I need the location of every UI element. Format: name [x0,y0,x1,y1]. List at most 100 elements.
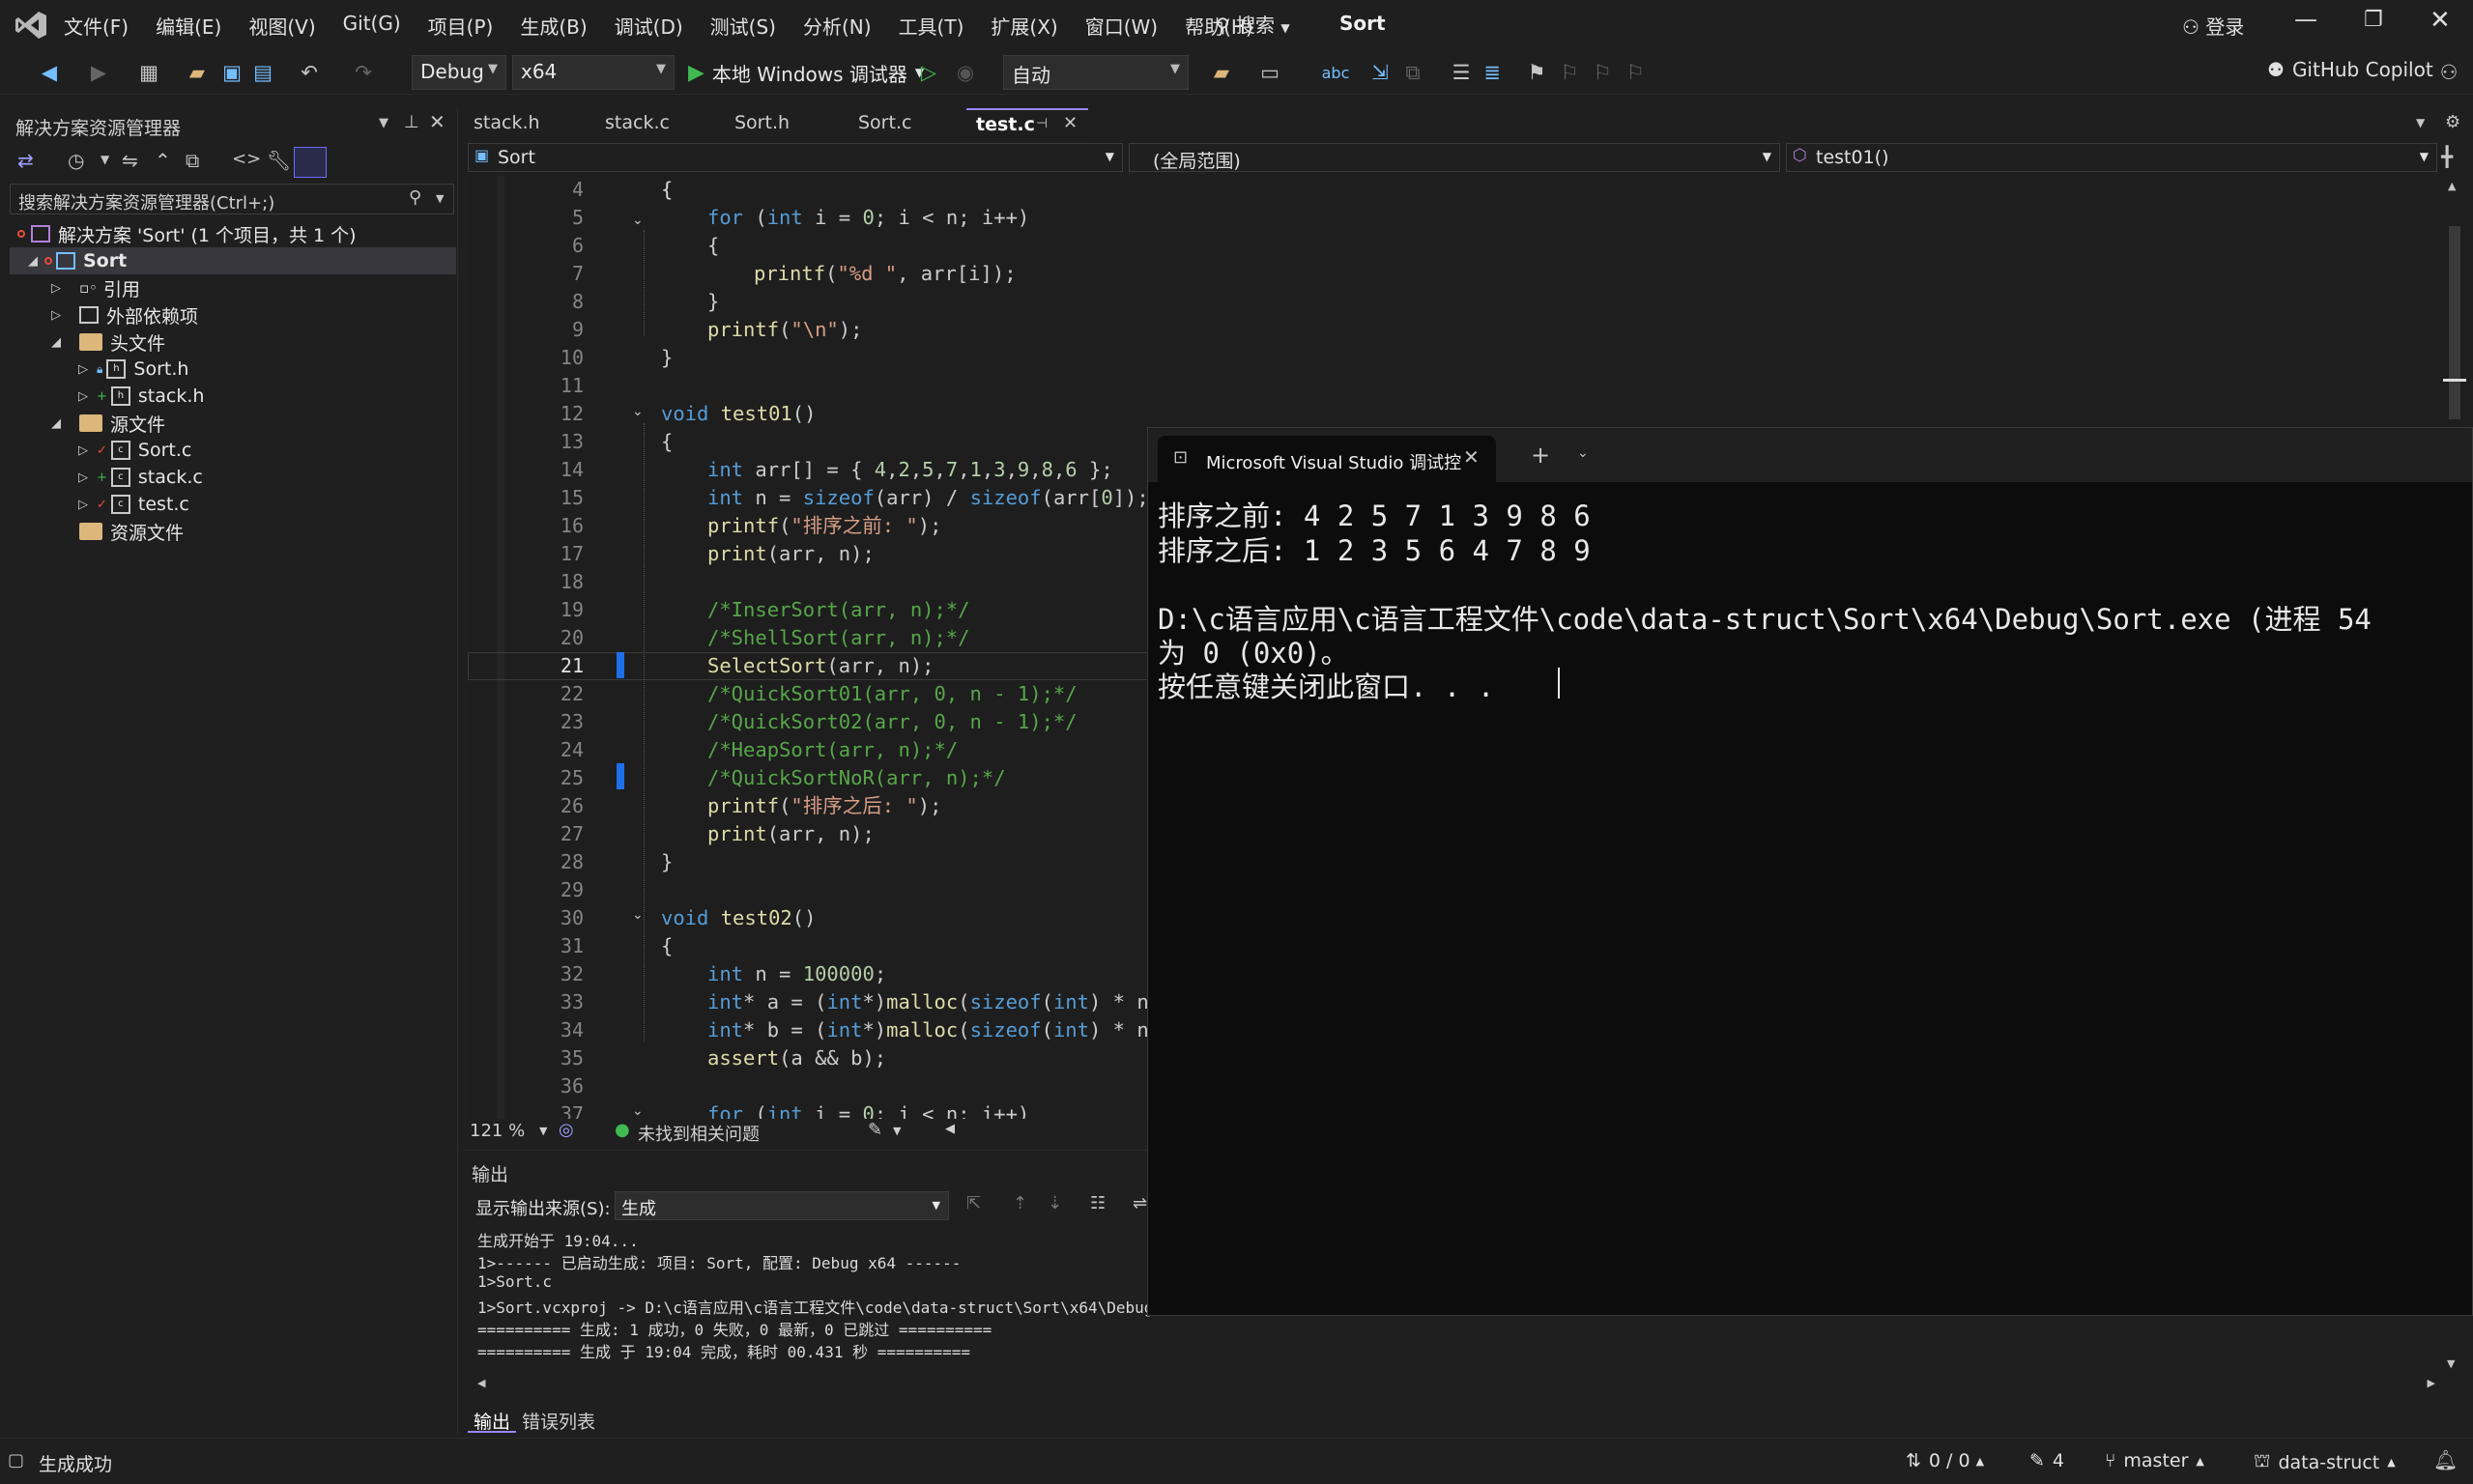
sync-icon[interactable]: ⇄ [17,149,34,172]
restore-button[interactable]: ❐ [2364,8,2383,32]
folder-icon[interactable]: ▰ [1208,58,1235,87]
sync-changes-button[interactable]: ⇅ 0 / 0 ▲ [1906,1450,1984,1471]
bookmark-icon[interactable]: ⚑ [1525,58,1548,87]
debug-console-window[interactable]: ⊡ Microsoft Visual Studio 调试控 ✕ + ⌄ 排序之前… [1147,427,2473,1316]
chevron-down-icon[interactable]: ⌄ [1577,445,1589,461]
fold-icon[interactable]: ⌄ [632,404,644,419]
copy-icon[interactable]: ⧉ [1399,58,1426,87]
function-nav-select[interactable]: ⬡ test01() ▼ [1786,143,2437,172]
show-all-files-icon[interactable]: ⧉ [186,149,199,172]
pending-changes-icon[interactable]: ⇋ [122,149,138,172]
cleanup-brush-icon[interactable]: ✎ [868,1120,882,1140]
prev-message-icon[interactable]: ⇡ [1013,1193,1027,1213]
tab-test-c[interactable]: test.c ⊣ ✕ [966,108,1088,141]
menu-git[interactable]: Git(G) [330,12,415,40]
menu-project[interactable]: 项目(P) [415,12,507,40]
tab-error-list[interactable]: 错误列表 [516,1404,601,1433]
repository-button[interactable]: ⛫ data-struct ▲ [2254,1450,2396,1474]
scroll-down-icon[interactable]: ▼ [2447,1357,2455,1370]
split-editor-icon[interactable]: ╋ [2441,145,2453,168]
issues-status[interactable]: 未找到相关问题 [638,1121,760,1146]
feedback-icon[interactable]: ⚇ [2435,58,2462,87]
tree-resource-files[interactable]: 资源文件 [64,518,184,545]
window-layout-icon[interactable]: ▭ [1256,58,1283,87]
tree-file-sort-c[interactable]: ▷ ✓ c Sort.c [75,437,191,464]
back-icon[interactable]: ◀ [35,58,64,87]
bookmark-clear-icon[interactable]: ⚐ [1624,58,1647,87]
tree-project-sort[interactable]: ◢ Sort [25,247,127,274]
undo-icon[interactable]: ↶ [296,58,323,87]
menu-debug[interactable]: 调试(D) [601,12,697,40]
zoom-select[interactable]: 121 % [470,1121,525,1141]
intellicode-icon[interactable]: ◎ [559,1120,574,1140]
forward-icon[interactable]: ▶ [87,58,110,87]
menu-window[interactable]: 窗口(W) [1072,12,1171,40]
notification-bell-icon[interactable]: 🔔︎ [2433,1448,2458,1471]
open-folder-icon[interactable]: ▰ [184,58,211,87]
save-icon[interactable]: ▣ [218,58,245,87]
pending-edits-button[interactable]: ✎ 4 [2029,1450,2064,1471]
scroll-left-icon[interactable]: ◀ [945,1122,955,1136]
redo-icon[interactable]: ↷ [350,58,377,87]
pin-icon[interactable]: ⊣ [1036,116,1048,131]
scroll-right-icon[interactable]: ▶ [2428,1377,2435,1389]
chevron-down-icon[interactable]: ▼ [101,153,109,166]
scroll-up-icon[interactable]: ▲ [2448,180,2456,192]
goto-line-icon[interactable]: ⇱ [966,1193,981,1213]
pin-icon[interactable]: ⊥ [404,112,419,132]
comment-icon[interactable]: ≣ [1479,58,1506,87]
clear-all-icon[interactable]: ☷ [1090,1193,1106,1213]
menu-file[interactable]: 文件(F) [50,12,142,40]
properties-icon[interactable]: 🔧︎ [267,149,291,172]
tab-output[interactable]: 输出 [468,1404,517,1433]
tree-external-deps[interactable]: ▷ 外部依赖项 [48,301,198,328]
settings-gear-icon[interactable]: ⚙ [2445,112,2460,132]
console-tab[interactable]: ⊡ Microsoft Visual Studio 调试控 ✕ [1158,436,1496,482]
new-tab-icon[interactable]: + [1531,442,1550,469]
menu-edit[interactable]: 编辑(E) [142,12,235,40]
close-tab-icon[interactable]: ✕ [1063,113,1078,133]
fold-icon[interactable]: ⌄ [632,1103,644,1119]
tree-source-files[interactable]: ◢ 源文件 [48,410,165,437]
tree-solution[interactable]: 解决方案 'Sort' (1 个项目，共 1 个) [17,220,357,247]
menu-build[interactable]: 生成(B) [506,12,600,40]
tab-overflow-icon[interactable]: ▼ [2416,116,2425,129]
output-hscrollbar[interactable]: ◀ ▶ [477,1377,2435,1392]
menu-extensions[interactable]: 扩展(X) [977,12,1071,40]
tab-sort-c[interactable]: Sort.c [850,108,919,139]
word-wrap-icon[interactable]: ⇌ [1133,1193,1147,1213]
close-tab-icon[interactable]: ✕ [1463,445,1480,469]
close-button[interactable]: ✕ [2430,6,2451,35]
platform-select[interactable]: x64 ▼ [512,55,675,90]
new-project-icon[interactable]: ▦ [133,58,164,87]
tree-header-files[interactable]: ◢ 头文件 [48,328,165,356]
output-source-select[interactable]: 生成 ▼ [615,1191,949,1220]
auto-select[interactable]: 自动 ▼ [1003,55,1189,90]
menu-test[interactable]: 测试(S) [697,12,790,40]
tree-file-test-c[interactable]: ▷ ✓ c test.c [75,491,189,518]
indent-icon[interactable]: ☰ [1448,58,1475,87]
spellcheck-icon[interactable]: abc [1322,58,1350,87]
tree-file-stack-c[interactable]: ▷ + c stack.c [75,464,203,491]
scroll-left-icon[interactable]: ◀ [477,1377,485,1389]
menu-tools[interactable]: 工具(T) [885,12,978,40]
tab-stack-c[interactable]: stack.c [597,108,677,139]
search-button[interactable]: ⚲ 搜索 ▼ [1216,10,1290,38]
next-message-icon[interactable]: ⇣ [1048,1193,1062,1213]
save-all-icon[interactable]: ▤ [249,58,276,87]
tree-file-sort-h[interactable]: ▷ 🔒︎ h Sort.h [75,356,188,383]
start-debug-button[interactable]: ▶ 本地 Windows 调试器 ▼ [688,58,924,87]
tab-sort-h[interactable]: Sort.h [727,108,797,139]
project-nav-select[interactable]: ▣ Sort ▼ [468,143,1123,172]
github-copilot-button[interactable]: ⚉ GitHub Copilot [2267,58,2433,81]
tab-stack-h[interactable]: stack.h [466,108,548,139]
panel-menu-icon[interactable]: ▼ [379,116,388,130]
menu-view[interactable]: 视图(V) [235,12,329,40]
scroll-thumb[interactable] [2449,226,2460,419]
code-view-icon[interactable]: <> [232,149,261,169]
explorer-search-input[interactable]: 搜索解决方案资源管理器(Ctrl+;) ⚲ ▼ [10,184,454,214]
scope-nav-select[interactable]: (全局范围) ▼ [1129,143,1780,172]
close-panel-icon[interactable]: ✕ [429,110,446,133]
preview-icon[interactable] [294,147,327,178]
step-icon[interactable]: ⇲ [1366,58,1394,87]
